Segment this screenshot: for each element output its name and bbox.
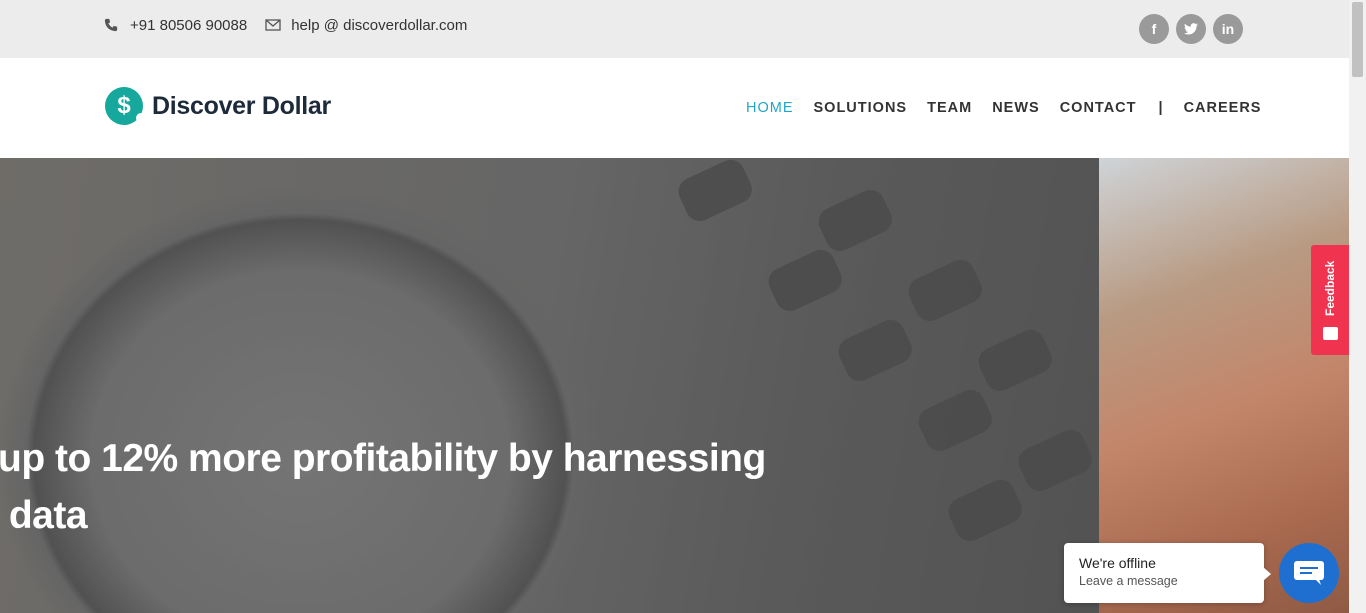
nav-careers[interactable]: CAREERS <box>1184 100 1262 116</box>
contact-info: +91 80506 90088 help @ discoverdollar.co… <box>104 17 467 34</box>
chat-status-bubble[interactable]: We're offline Leave a message <box>1064 543 1271 603</box>
nav-home[interactable]: HOME <box>746 100 794 116</box>
top-bar: +91 80506 90088 help @ discoverdollar.co… <box>0 0 1349 58</box>
main-nav: HOME SOLUTIONS TEAM NEWS CONTACT | CAREE… <box>746 100 1281 116</box>
feedback-tab[interactable]: Feedback <box>1311 245 1349 355</box>
page-scrollbar[interactable] <box>1349 0 1366 613</box>
linkedin-icon[interactable]: in <box>1213 14 1243 44</box>
hero-headline-line2: f data <box>0 494 88 537</box>
nav-solutions[interactable]: SOLUTIONS <box>814 100 908 116</box>
email-link[interactable]: help @ discoverdollar.com <box>291 17 467 34</box>
twitter-icon[interactable] <box>1176 14 1206 44</box>
nav-contact[interactable]: CONTACT <box>1060 100 1137 116</box>
chat-bubble-icon <box>1294 561 1324 585</box>
phone-icon <box>104 18 120 34</box>
nav-separator: | <box>1158 100 1164 116</box>
logo-text: Discover Dollar <box>152 91 331 120</box>
feedback-label: Feedback <box>1323 260 1337 316</box>
phone-number[interactable]: +91 80506 90088 <box>130 17 247 34</box>
scrollbar-thumb[interactable] <box>1352 2 1363 77</box>
site-header: $ Discover Dollar HOME SOLUTIONS TEAM NE… <box>0 58 1349 158</box>
hero-headline: up to 12% more profitability by harnessi… <box>0 430 766 544</box>
chat-launcher-button[interactable] <box>1279 543 1339 603</box>
logo-mark-icon: $ <box>105 87 146 125</box>
social-links: f in <box>1139 14 1243 44</box>
nav-news[interactable]: NEWS <box>992 100 1040 116</box>
feedback-face-icon <box>1323 327 1338 340</box>
logo[interactable]: $ Discover Dollar <box>105 87 331 125</box>
facebook-icon[interactable]: f <box>1139 14 1169 44</box>
chat-status: We're offline <box>1079 555 1156 571</box>
hero-overlay <box>0 158 1099 613</box>
nav-team[interactable]: TEAM <box>927 100 972 116</box>
chat-prompt: Leave a message <box>1079 574 1178 588</box>
hero-headline-line1: up to 12% more profitability by harnessi… <box>0 437 766 480</box>
envelope-icon <box>265 18 281 34</box>
